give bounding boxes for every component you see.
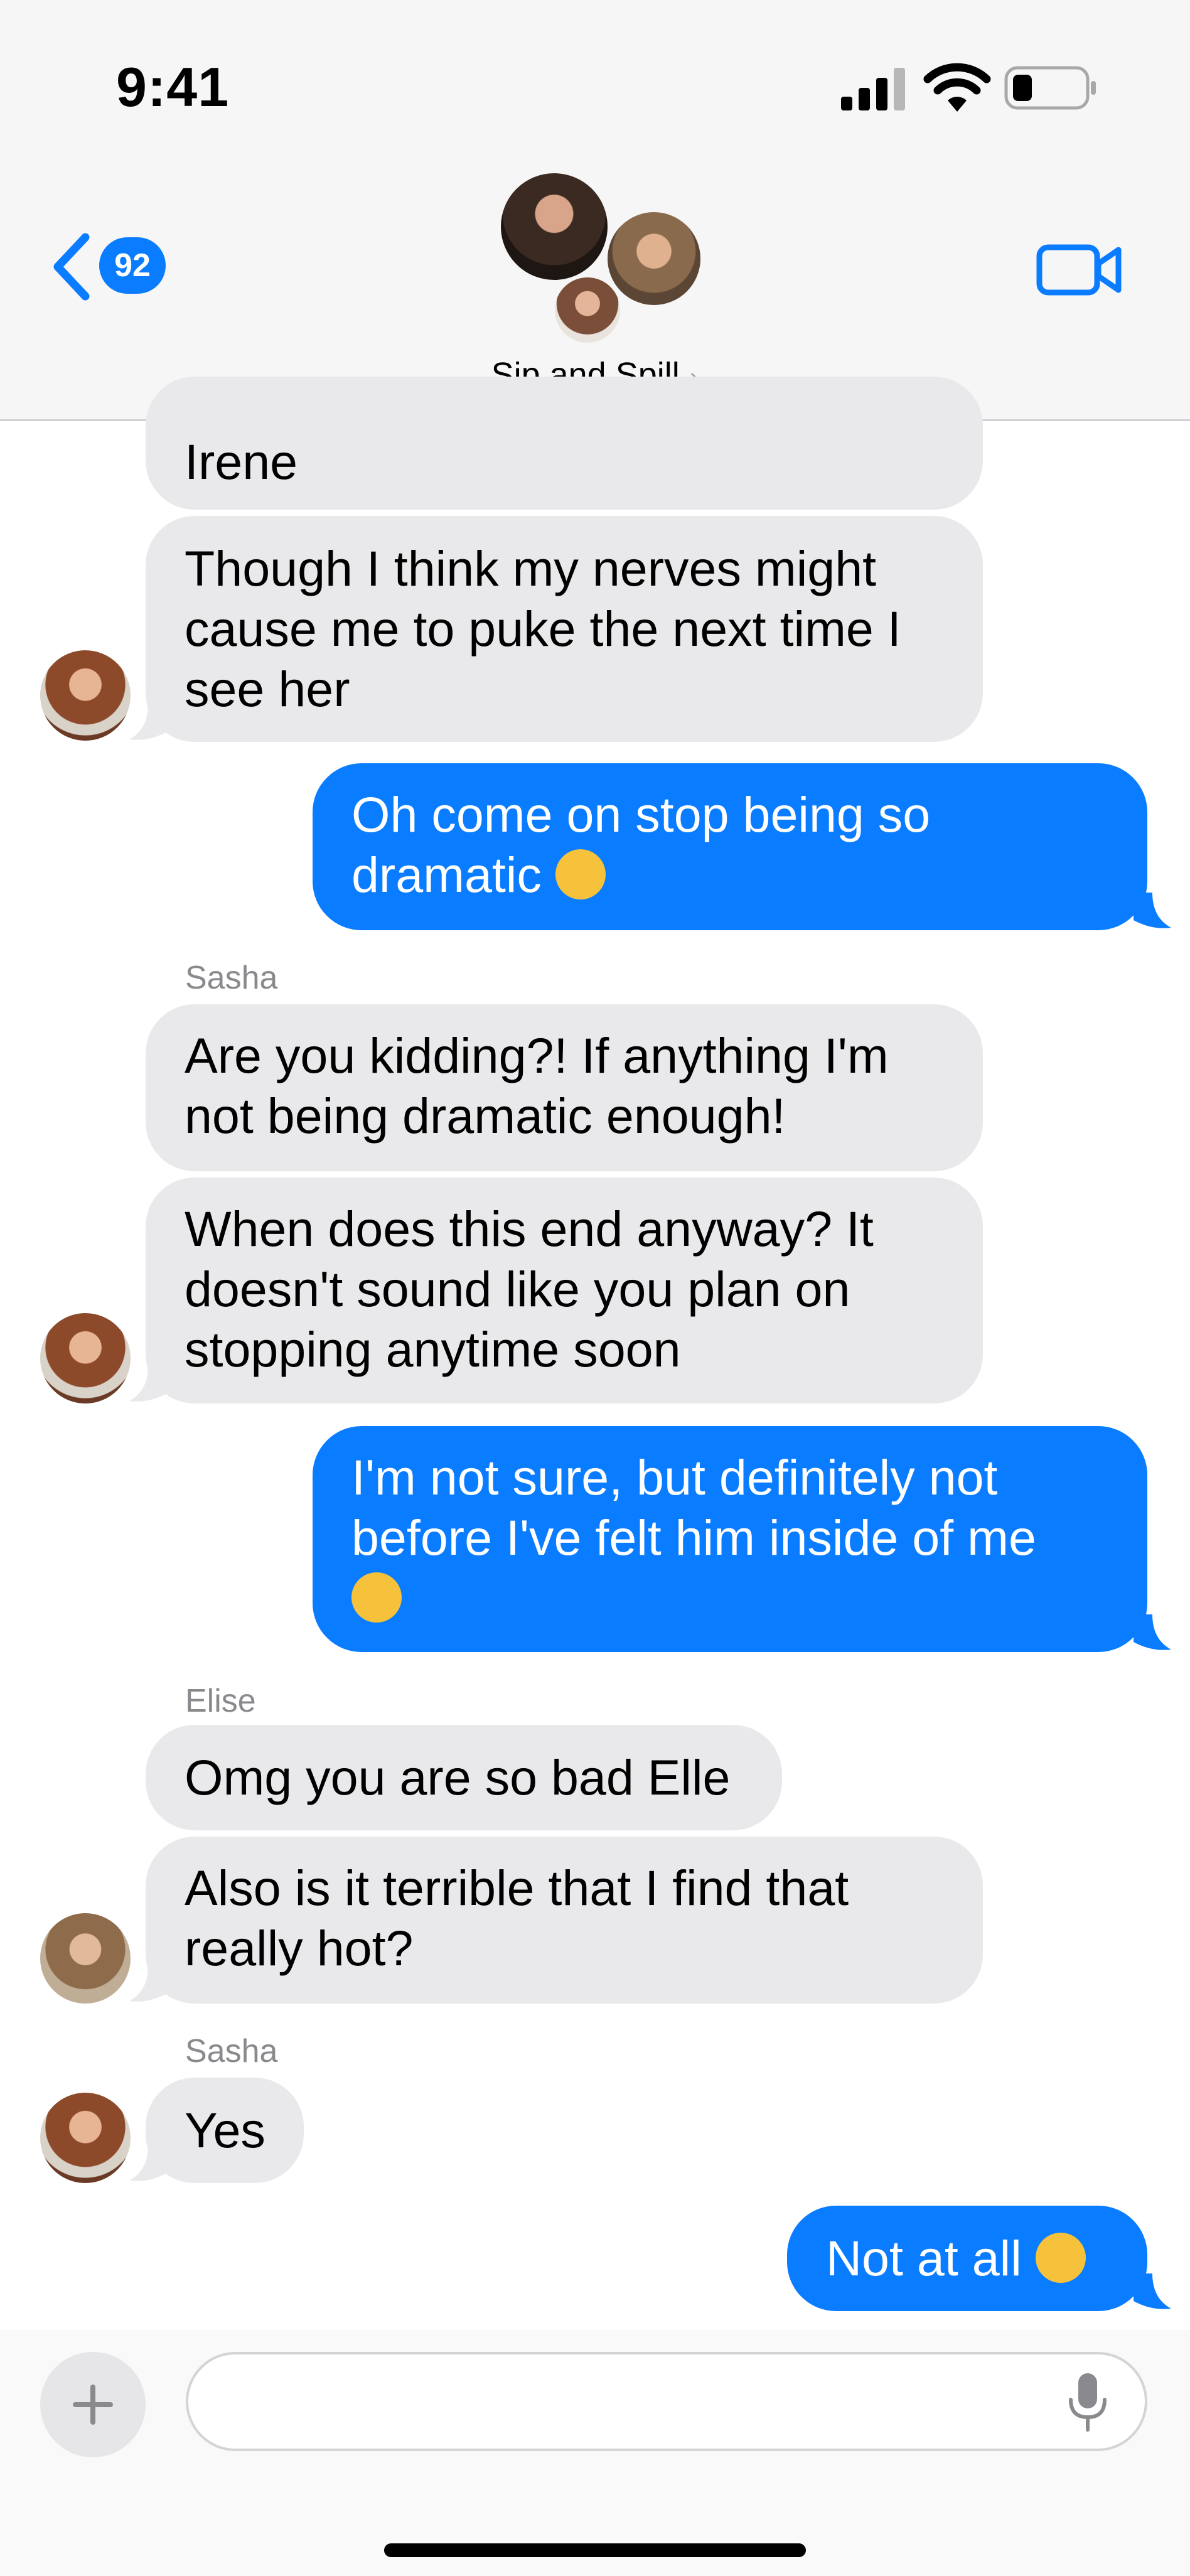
bubble-tail xyxy=(129,1966,167,2002)
video-call-icon[interactable] xyxy=(1036,239,1123,301)
outgoing-message-bubble[interactable]: Oh come on stop being so dramatic xyxy=(313,763,1147,930)
microphone-icon[interactable] xyxy=(1066,2372,1110,2434)
incoming-message-bubble[interactable]: Omg you are so bad Elle xyxy=(146,1725,782,1830)
message-text: Omg you are so bad Elle xyxy=(185,1749,731,1805)
message-text: Oh come on stop being so dramatic xyxy=(351,786,931,903)
status-time: 9:41 xyxy=(116,56,230,118)
incoming-message-bubble[interactable]: Are you kidding?! If anything I'm not be… xyxy=(146,1004,983,1171)
home-indicator[interactable] xyxy=(384,2543,806,2557)
plus-icon xyxy=(73,2385,113,2425)
message-text: Not at all xyxy=(826,2228,1122,2289)
incoming-message-bubble[interactable]: Though I think my nerves might cause me … xyxy=(146,516,983,742)
cellular-signal-icon xyxy=(841,68,905,110)
back-chevron-icon[interactable] xyxy=(49,232,93,301)
message-text: When does this end anyway? It doesn't so… xyxy=(185,1201,874,1377)
message-text: I'm not sure, but definitely not before … xyxy=(351,1447,1122,1628)
outgoing-message-bubble[interactable]: Not at all xyxy=(787,2206,1147,2311)
message-text: Are you kidding?! If anything I'm not be… xyxy=(185,1028,889,1144)
group-avatar[interactable] xyxy=(497,169,611,284)
battery-icon xyxy=(1004,66,1096,110)
tired-face-emoji xyxy=(351,1572,402,1623)
status-bar: 9:41 xyxy=(0,0,1190,157)
compose-bar xyxy=(0,2330,1190,2576)
joy-emoji xyxy=(555,849,606,899)
avatar[interactable] xyxy=(40,1913,131,2004)
incoming-message-bubble[interactable]: Irene xyxy=(146,377,983,510)
bubble-tail xyxy=(129,2145,167,2181)
message-text: Yes xyxy=(185,2102,265,2158)
sender-name: Sasha xyxy=(185,960,278,996)
outgoing-message-bubble[interactable]: I'm not sure, but definitely not before … xyxy=(313,1426,1147,1652)
add-attachment-button[interactable] xyxy=(40,2352,146,2457)
incoming-message-bubble[interactable]: When does this end anyway? It doesn't so… xyxy=(146,1178,983,1403)
message-text: Though I think my nerves might cause me … xyxy=(185,540,901,717)
bubble-tail xyxy=(129,1366,167,1402)
sender-name: Sasha xyxy=(185,2033,278,2069)
incoming-message-bubble[interactable]: Yes xyxy=(146,2078,304,2183)
avatar[interactable] xyxy=(40,650,131,741)
wifi-icon xyxy=(923,63,991,112)
incoming-message-bubble[interactable]: Also is it terrible that I find that rea… xyxy=(146,1837,983,2004)
message-text: Irene xyxy=(185,434,298,490)
kissing-heart-emoji xyxy=(1035,2233,1086,2283)
bubble-tail xyxy=(1134,1614,1171,1650)
bubble-tail xyxy=(129,704,167,740)
avatar[interactable] xyxy=(40,1313,131,1403)
message-input[interactable] xyxy=(186,2352,1147,2451)
bubble-tail xyxy=(1134,2273,1171,2309)
message-text: Also is it terrible that I find that rea… xyxy=(185,1860,849,1976)
group-avatar[interactable] xyxy=(551,274,624,346)
bubble-tail xyxy=(1134,893,1171,928)
sender-name: Elise xyxy=(185,1683,256,1719)
avatar[interactable] xyxy=(40,2093,131,2183)
unread-count-badge[interactable]: 92 xyxy=(99,237,166,294)
